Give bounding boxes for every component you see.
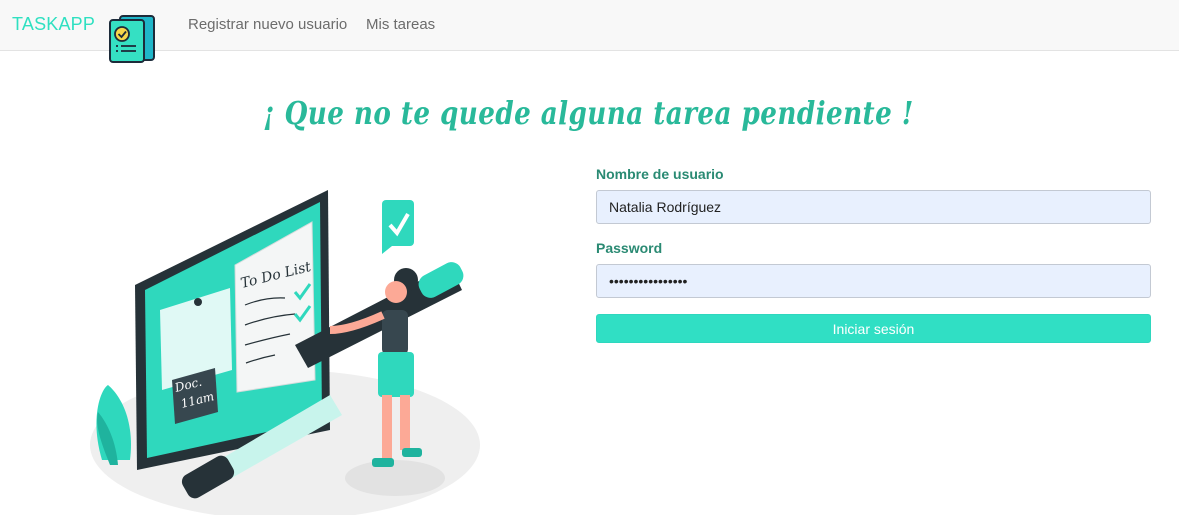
nav-my-tasks[interactable]: Mis tareas bbox=[366, 16, 435, 33]
top-navbar: TASKAPP Registrar nuevo usuario Mis tare… bbox=[0, 0, 1179, 63]
login-button[interactable]: Iniciar sesión bbox=[596, 314, 1151, 343]
page-headline: ¡ Que no te quede alguna tarea pendiente… bbox=[262, 94, 914, 132]
todo-list-illustration: Doc. 11am To Do List bbox=[90, 190, 480, 515]
login-form: Nombre de usuario Password Iniciar sesió… bbox=[596, 166, 1151, 343]
username-label: Nombre de usuario bbox=[596, 166, 724, 182]
clipboard-check-icon[interactable] bbox=[108, 14, 158, 64]
username-input[interactable] bbox=[596, 190, 1151, 224]
password-label: Password bbox=[596, 240, 663, 256]
password-input[interactable] bbox=[596, 264, 1151, 298]
nav-register-user[interactable]: Registrar nuevo usuario bbox=[188, 16, 347, 33]
brand-link[interactable]: TASKAPP bbox=[12, 14, 95, 35]
